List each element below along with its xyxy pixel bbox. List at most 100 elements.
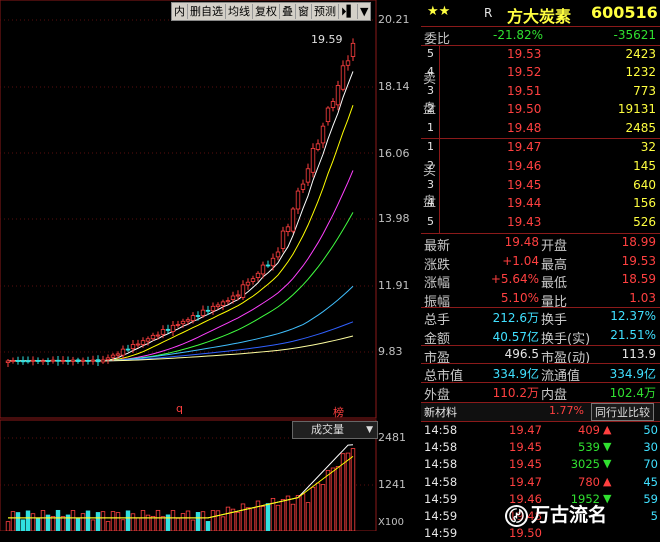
tick-volume: 780	[578, 474, 600, 489]
bid-price: 19.46	[507, 158, 542, 173]
volume-bar	[290, 503, 296, 531]
toolbar-adjust-button[interactable]: 复权	[253, 4, 280, 19]
candle-body	[325, 107, 331, 123]
candle-body	[200, 309, 206, 316]
moving-average-line	[7, 105, 354, 362]
stat-value: 110.2万	[492, 385, 539, 400]
bid-volume: 145	[633, 158, 656, 173]
ask-price: 19.53	[507, 47, 542, 61]
stat-value: 102.4万	[609, 385, 656, 400]
ask-price: 19.50	[507, 102, 542, 117]
candle-body	[320, 125, 326, 144]
volume-bar	[220, 516, 226, 531]
weibi-row: 委比 -21.82% -35621	[421, 27, 660, 47]
stat-row: 振幅 5.10% 量比 1.03	[421, 290, 660, 310]
volume-bar	[125, 510, 131, 531]
candle-body	[265, 264, 271, 267]
marker-q: q	[176, 402, 183, 415]
volume-bar	[15, 512, 21, 531]
chevron-down-icon: ▼	[366, 425, 373, 435]
toolbar-ma-button[interactable]: 均线	[226, 4, 253, 19]
stat-label: 最低	[541, 276, 568, 292]
volume-bar	[25, 510, 31, 531]
ask-row[interactable]: 3 19.51 773	[421, 83, 660, 101]
volume-bar	[140, 510, 146, 531]
toolbar-step-button[interactable]: ⏵▌	[339, 4, 358, 19]
volume-bar	[310, 486, 316, 531]
price-axis-label: 16.06	[378, 147, 410, 160]
volume-bar	[30, 513, 36, 531]
toolbar-forecast-button[interactable]: 预测	[312, 4, 339, 19]
price-axis-label: 11.91	[378, 279, 410, 292]
candle-body	[235, 294, 241, 297]
tick-count: 70	[643, 457, 658, 472]
bid-price: 19.44	[507, 196, 542, 211]
marker-bang: 榜	[333, 406, 344, 419]
stat-value: +1.04	[502, 253, 539, 268]
stock-code: 600516	[591, 3, 658, 22]
tick-count: 5	[650, 509, 658, 523]
bid-level: 2	[427, 158, 434, 172]
candle-body	[230, 295, 236, 300]
tick-time: 14:59	[424, 509, 458, 523]
candle-body	[245, 281, 251, 286]
tick-price: 19.45	[509, 440, 542, 455]
tick-price: 19.45	[509, 457, 542, 472]
toolbar-overlay-button[interactable]: 叠	[280, 4, 296, 19]
ask-row[interactable]: 1 19.48 2485	[421, 120, 660, 138]
candle-body	[165, 328, 171, 331]
toolbar-dropdown-button[interactable]: ▼	[358, 4, 370, 19]
toolbar-remove-favorite-button[interactable]: 删自选	[188, 4, 226, 19]
toolbar-window-button[interactable]: 窗	[296, 4, 312, 19]
ask-row[interactable]: 5 19.53 2423	[421, 46, 660, 64]
stat-value: 18.99	[621, 235, 656, 249]
price-axis-label: 20.21	[378, 13, 410, 26]
tick-volume: 409	[578, 423, 600, 437]
stat-row: 总手 212.6万 换手 12.37%	[421, 308, 660, 328]
stat-row: 最新 19.48 开盘 18.99	[421, 234, 660, 254]
ask-row[interactable]: 2 19.50 19131	[421, 101, 660, 119]
volume-bar	[210, 510, 216, 531]
bid-price: 19.47	[507, 140, 542, 154]
bid-row[interactable]: 4 19.44 156	[421, 195, 660, 213]
watermark: 〄万古流名	[505, 500, 607, 527]
candle-body	[330, 101, 336, 108]
volume-bar	[110, 511, 116, 531]
bid-row[interactable]: 2 19.46 145	[421, 158, 660, 176]
candle-body	[20, 360, 26, 363]
tick-row: 14:58 19.45 3025 ▼ 70	[421, 457, 660, 473]
stat-label: 涨幅	[424, 276, 451, 292]
sector-compare-button[interactable]: 同行业比较	[591, 403, 654, 421]
stat-row: 市盈 496.5 市盈(动) 113.9	[421, 346, 660, 366]
candle-body	[80, 359, 86, 362]
bid-row[interactable]: 1 19.47 32	[421, 139, 660, 157]
volume-bar	[300, 493, 306, 531]
candle-body	[275, 251, 281, 258]
kline-chart[interactable]	[0, 0, 421, 531]
ask-price: 19.52	[507, 65, 542, 80]
volume-bar	[90, 519, 96, 531]
stat-row: 总市值 334.9亿 流通值 334.9亿	[421, 364, 660, 384]
candle-body	[125, 348, 131, 351]
arrow-down-icon: ▼	[603, 440, 612, 454]
candle-body	[180, 320, 186, 325]
tick-count: 50	[643, 423, 658, 437]
arrow-down-icon: ▼	[603, 457, 612, 471]
volume-bar	[285, 495, 291, 531]
bid-row[interactable]: 3 19.45 640	[421, 177, 660, 195]
volume-bar	[275, 504, 281, 531]
volume-indicator-button[interactable]: 成交量 ▼	[292, 421, 378, 439]
stat-value: 40.57亿	[492, 330, 539, 344]
bid-row[interactable]: 5 19.43 526	[421, 214, 660, 232]
volume-bar	[160, 516, 166, 531]
candle-body	[315, 143, 321, 150]
stat-value: 5.10%	[500, 290, 539, 305]
toolbar-inner-button[interactable]: 内	[172, 4, 188, 19]
ask-level: 3	[427, 83, 434, 97]
stat-row: 涨幅 +5.64% 最低 18.59	[421, 271, 660, 292]
ask-level: 5	[427, 47, 434, 60]
volume-bar	[185, 510, 191, 531]
arrow-up-icon: ▲	[603, 423, 612, 436]
candle-body	[305, 168, 311, 183]
ask-row[interactable]: 4 19.52 1232	[421, 64, 660, 82]
